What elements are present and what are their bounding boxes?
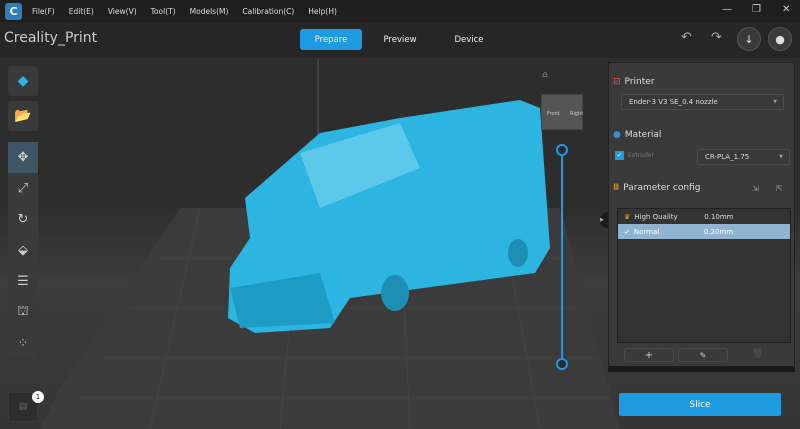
menu-edit[interactable]: Edit(E) (69, 7, 94, 16)
param-section: Ⅲ Parameter config (613, 183, 700, 193)
list-icon[interactable]: ☰ (8, 266, 38, 297)
rocket-icon: ➶ (624, 227, 630, 236)
printer-icon: ⊟ (613, 77, 621, 87)
settings-panel: ⊟ Printer Ender-3 V3 SE_0.4 nozzle ▼ ● Ma… (608, 62, 795, 372)
material-icon: ● (613, 130, 621, 140)
menu-view[interactable]: View(V) (108, 7, 137, 16)
param-row-high-quality[interactable]: ♛ High Quality 0.10mm (618, 209, 790, 224)
menu-help[interactable]: Help(H) (308, 7, 337, 16)
param-value: 0.20mm (703, 227, 734, 236)
notification-badge: 1 (32, 391, 44, 403)
minimize-icon[interactable]: — (722, 4, 732, 15)
param-row-normal[interactable]: ➶ Normal 0.20mm (618, 224, 790, 239)
printer-title: Printer (624, 77, 655, 87)
slice-button[interactable]: Slice (619, 393, 781, 416)
undo-icon[interactable]: ↶ (681, 30, 692, 45)
layer-slider-top-handle[interactable] (556, 144, 568, 156)
param-title: Parameter config (623, 183, 701, 193)
support-icon[interactable]: ⛫ (8, 297, 38, 328)
scale-icon[interactable]: ⤢ (8, 173, 38, 204)
tool-panel: ✥ ⤢ ↻ ⬙ ☰ ⛫ ⁘ (8, 142, 38, 358)
crown-icon: ♛ (624, 212, 631, 221)
redo-icon[interactable]: ↷ (711, 30, 722, 45)
printer-value: Ender-3 V3 SE_0.4 nozzle (629, 98, 718, 106)
tab-preview[interactable]: Preview (369, 29, 431, 50)
view-cube-front[interactable]: Front (547, 111, 560, 117)
param-icon: Ⅲ (613, 183, 620, 193)
add-model-button[interactable]: ◆ (8, 66, 38, 96)
delete-icon[interactable]: 🗑 (752, 349, 763, 359)
app-logo-icon: C (5, 2, 22, 20)
material-select[interactable]: CR-PLA_1.75 ▼ (697, 149, 790, 165)
app-title: Creality_Print (4, 30, 98, 46)
title-row: Creality_Print Prepare Preview Device ↶ … (0, 22, 800, 58)
arrange-icon[interactable]: ⁘ (8, 328, 38, 359)
close-icon[interactable]: ✕ (782, 4, 790, 15)
maximize-icon[interactable]: ❐ (752, 4, 761, 15)
import-icon[interactable]: ⇲ (752, 184, 759, 193)
menu-tool[interactable]: Tool(T) (151, 7, 176, 16)
rotate-icon[interactable]: ↻ (8, 204, 38, 235)
param-list: ♛ High Quality 0.10mm ➶ Normal 0.20mm (617, 208, 791, 343)
printer-select[interactable]: Ender-3 V3 SE_0.4 nozzle ▼ (621, 94, 784, 110)
edit-icon: ✎ (699, 350, 707, 360)
param-name: High Quality (634, 212, 678, 221)
tab-device[interactable]: Device (438, 29, 500, 50)
add-param-button[interactable]: + (624, 348, 674, 362)
material-title: Material (624, 130, 662, 140)
extruder-label: Extruder (628, 152, 654, 159)
layer-slider-track[interactable] (561, 150, 563, 364)
material-value: CR-PLA_1.75 (705, 153, 750, 161)
cube-icon: ◆ (17, 73, 29, 89)
open-file-button[interactable]: 📂 (8, 101, 38, 131)
view-cube-right[interactable]: Right (570, 111, 583, 117)
user-icon[interactable]: ● (768, 27, 792, 51)
lay-flat-icon[interactable]: ⬙ (8, 235, 38, 266)
menu-bar: C File(F) Edit(E) View(V) Tool(T) Models… (0, 0, 800, 22)
move-icon[interactable]: ✥ (8, 142, 38, 173)
material-section: ● Material (613, 130, 661, 140)
download-icon[interactable]: ↓ (737, 27, 761, 51)
plus-icon: + (644, 349, 654, 361)
menu-models[interactable]: Models(M) (190, 7, 229, 16)
chevron-down-icon: ▼ (773, 99, 777, 105)
layer-slider-bottom-handle[interactable] (556, 358, 568, 370)
file-icon: ▤ (18, 402, 28, 412)
tab-prepare[interactable]: Prepare (300, 29, 362, 50)
param-name: Normal (633, 227, 660, 236)
printer-section: ⊟ Printer (613, 77, 655, 87)
folder-icon: 📂 (14, 108, 32, 124)
extruder-checkbox[interactable]: ✓ (615, 151, 624, 160)
edit-param-button[interactable]: ✎ (678, 348, 728, 362)
menu-file[interactable]: File(F) (32, 7, 55, 16)
param-value: 0.10mm (704, 212, 734, 221)
chevron-down-icon: ▼ (779, 154, 783, 160)
menu-calibration[interactable]: Calibration(C) (242, 7, 294, 16)
home-view-icon[interactable]: ⌂ (542, 70, 548, 80)
export-icon[interactable]: ⇱ (776, 184, 783, 193)
view-cube[interactable]: Front Right (541, 94, 583, 130)
